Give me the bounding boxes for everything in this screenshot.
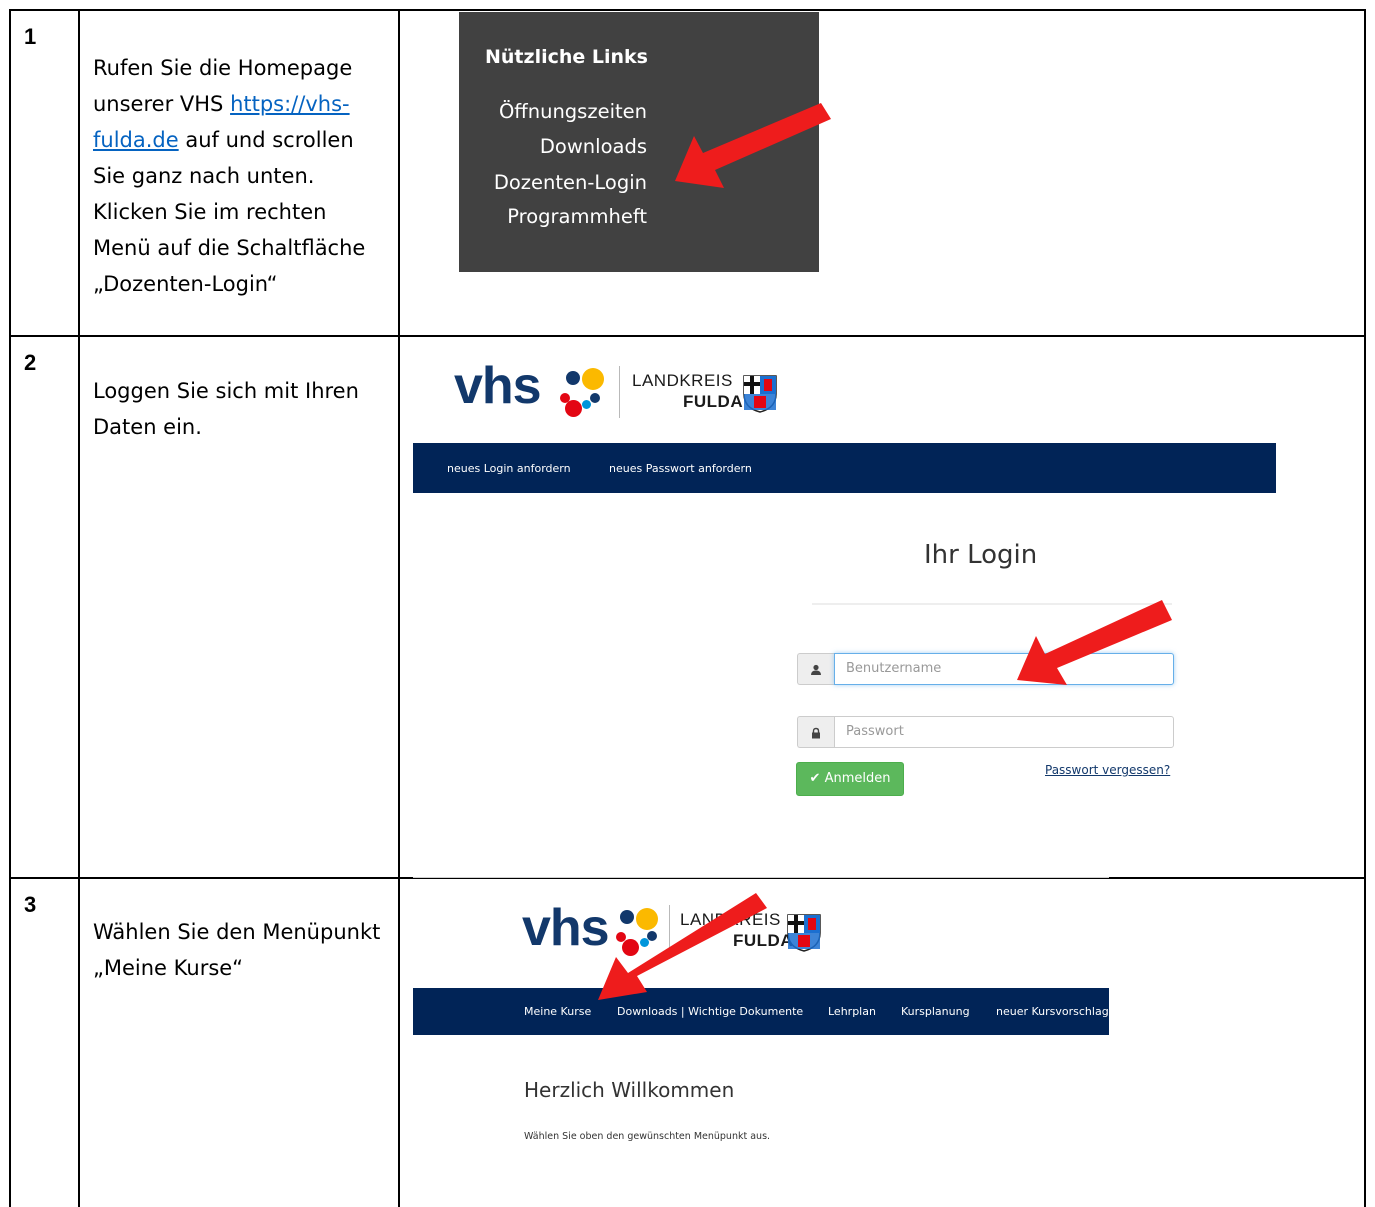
arrow-to-meine-kurse <box>598 893 767 1000</box>
annotation-arrows <box>598 103 1172 1000</box>
arrow-to-dozenten-login <box>675 103 831 188</box>
arrow-to-username <box>1017 600 1172 685</box>
